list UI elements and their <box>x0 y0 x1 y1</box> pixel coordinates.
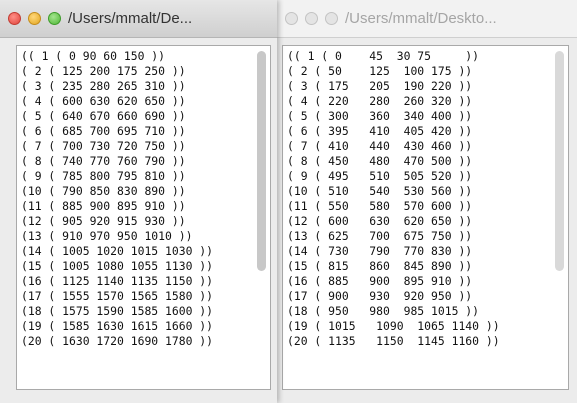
text-line: ( 8 ( 450 480 470 500 )) <box>287 154 473 168</box>
text-line: ( 5 ( 300 360 340 400 )) <box>287 109 473 123</box>
text-line: (17 ( 1555 1570 1565 1580 )) <box>21 289 214 303</box>
text-line: (16 ( 885 900 895 910 )) <box>287 274 473 288</box>
text-line: ( 4 ( 220 280 260 320 )) <box>287 94 473 108</box>
text-line: (12 ( 905 920 915 930 )) <box>21 214 186 228</box>
text-line: (20 ( 1135 1150 1145 1160 )) <box>287 334 500 348</box>
text-line: ( 3 ( 175 205 190 220 )) <box>287 79 473 93</box>
text-line: (12 ( 600 630 620 650 )) <box>287 214 473 228</box>
text-line: (19 ( 1585 1630 1615 1660 )) <box>21 319 214 333</box>
title-bar[interactable]: /Users/mmalt/Deskto... <box>277 0 577 38</box>
text-area[interactable]: (( 1 ( 0 45 30 75 ))( 2 ( 50 125 100 175… <box>282 45 569 390</box>
text-line: (15 ( 815 860 845 890 )) <box>287 259 473 273</box>
close-button[interactable] <box>285 12 298 25</box>
text-area[interactable]: (( 1 ( 0 90 60 150 ))( 2 ( 125 200 175 2… <box>16 45 271 390</box>
vertical-scrollbar[interactable] <box>257 51 266 381</box>
text-content: (( 1 ( 0 45 30 75 ))( 2 ( 50 125 100 175… <box>287 49 500 349</box>
text-line: (18 ( 1575 1590 1585 1600 )) <box>21 304 214 318</box>
text-line: ( 9 ( 495 510 505 520 )) <box>287 169 473 183</box>
scrollbar-thumb[interactable] <box>555 51 564 271</box>
editor-window-front[interactable]: /Users/mmalt/De... (( 1 ( 0 90 60 150 ))… <box>0 0 277 403</box>
text-line: (13 ( 910 970 950 1010 )) <box>21 229 193 243</box>
text-line: (20 ( 1630 1720 1690 1780 )) <box>21 334 214 348</box>
vertical-scrollbar[interactable] <box>555 51 564 381</box>
text-line: (14 ( 1005 1020 1015 1030 )) <box>21 244 214 258</box>
zoom-button[interactable] <box>325 12 338 25</box>
text-line: (16 ( 1125 1140 1135 1150 )) <box>21 274 214 288</box>
text-line: (( 1 ( 0 45 30 75 )) <box>287 49 480 63</box>
window-title: /Users/mmalt/De... <box>68 10 193 27</box>
text-line: ( 4 ( 600 630 620 650 )) <box>21 94 186 108</box>
text-line: ( 7 ( 410 440 430 460 )) <box>287 139 473 153</box>
text-line: ( 6 ( 685 700 695 710 )) <box>21 124 186 138</box>
text-line: (13 ( 625 700 675 750 )) <box>287 229 473 243</box>
text-line: (19 ( 1015 1090 1065 1140 )) <box>287 319 500 333</box>
minimize-button[interactable] <box>305 12 318 25</box>
zoom-button[interactable] <box>48 12 61 25</box>
title-bar[interactable]: /Users/mmalt/De... <box>0 0 277 38</box>
text-line: (11 ( 885 900 895 910 )) <box>21 199 186 213</box>
text-line: ( 2 ( 50 125 100 175 )) <box>287 64 473 78</box>
text-line: (18 ( 950 980 985 1015 )) <box>287 304 480 318</box>
window-title: /Users/mmalt/Deskto... <box>345 10 497 27</box>
text-line: ( 2 ( 125 200 175 250 )) <box>21 64 186 78</box>
text-line: (17 ( 900 930 920 950 )) <box>287 289 473 303</box>
text-line: ( 6 ( 395 410 405 420 )) <box>287 124 473 138</box>
text-line: ( 5 ( 640 670 660 690 )) <box>21 109 186 123</box>
text-line: (15 ( 1005 1080 1055 1130 )) <box>21 259 214 273</box>
editor-window-back[interactable]: /Users/mmalt/Deskto... (( 1 ( 0 45 30 75… <box>277 0 577 403</box>
text-content: (( 1 ( 0 90 60 150 ))( 2 ( 125 200 175 2… <box>21 49 213 349</box>
text-line: ( 3 ( 235 280 265 310 )) <box>21 79 186 93</box>
close-button[interactable] <box>8 12 21 25</box>
minimize-button[interactable] <box>28 12 41 25</box>
text-line: ( 9 ( 785 800 795 810 )) <box>21 169 186 183</box>
desktop: /Users/mmalt/De... (( 1 ( 0 90 60 150 ))… <box>0 0 577 403</box>
text-line: ( 7 ( 700 730 720 750 )) <box>21 139 186 153</box>
text-line: ( 8 ( 740 770 760 790 )) <box>21 154 186 168</box>
text-line: (10 ( 790 850 830 890 )) <box>21 184 186 198</box>
text-line: (10 ( 510 540 530 560 )) <box>287 184 473 198</box>
scrollbar-thumb[interactable] <box>257 51 266 271</box>
text-line: (( 1 ( 0 90 60 150 )) <box>21 49 166 63</box>
text-line: (14 ( 730 790 770 830 )) <box>287 244 473 258</box>
text-line: (11 ( 550 580 570 600 )) <box>287 199 473 213</box>
